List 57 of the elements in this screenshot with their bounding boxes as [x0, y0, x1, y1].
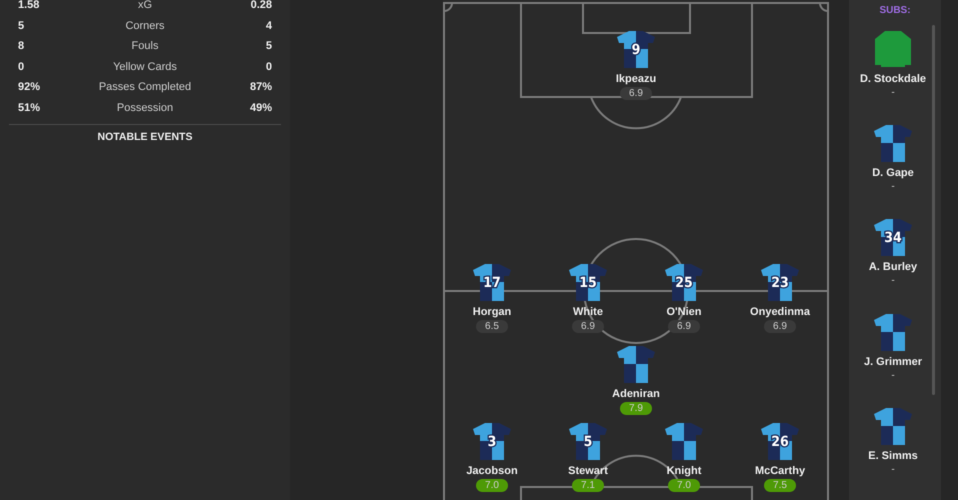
away-stat-value: 4	[264, 20, 272, 32]
player-rating: 7.0	[476, 479, 508, 492]
stat-label: Possession	[116, 102, 174, 114]
player-name: White	[573, 306, 603, 318]
shirt-icon	[664, 421, 704, 461]
player-rating: -	[891, 464, 895, 475]
shirt-icon	[873, 312, 913, 352]
player-name: Onyedinma	[750, 306, 810, 318]
player-name: D. Stockdale	[860, 73, 926, 85]
stat-label: Fouls	[130, 40, 160, 52]
player-rating: -	[891, 181, 895, 192]
player-name: A. Burley	[868, 261, 918, 274]
player-rating: 7.1	[572, 479, 604, 492]
player-name: E. Simms	[868, 450, 918, 462]
home-stat-value: 51%	[18, 102, 42, 114]
player-name: Ikpeazu	[616, 73, 656, 85]
home-stat-value: 0	[18, 60, 26, 73]
shirt-icon	[872, 123, 913, 164]
player-name: McCarthy	[754, 465, 806, 477]
stat-label: Corners	[124, 20, 166, 32]
player-rating: -	[891, 275, 895, 286]
away-stat-value: 49%	[248, 102, 272, 114]
player-rating: -	[891, 87, 895, 98]
shirt-icon	[873, 406, 913, 446]
player-rating: 6.9	[668, 320, 700, 333]
home-stat-value: 92%	[18, 81, 42, 94]
away-stat-value: 87%	[248, 81, 272, 94]
stat-label: Yellow Cards	[112, 60, 178, 73]
scrollbar[interactable]	[932, 25, 935, 395]
notable-events-heading: NOTABLE EVENTS	[96, 131, 194, 143]
subs-heading: SUBS:	[879, 5, 911, 16]
player-name: Jacobson	[466, 465, 518, 477]
player-rating: -	[891, 370, 895, 381]
goalkeeper-shirt-icon	[873, 29, 913, 69]
player-rating: 6.9	[764, 320, 796, 333]
stat-label: xG	[136, 0, 154, 12]
player-name: D. Gape	[872, 167, 914, 180]
player-name: Horgan	[472, 306, 512, 318]
shirt-icon	[616, 344, 656, 384]
player-name: Stewart	[568, 465, 608, 477]
player-name: Knight	[666, 465, 702, 477]
home-stat-value: 8	[18, 40, 26, 52]
player-name: O'Nien	[666, 306, 702, 318]
player-rating: 7.9	[620, 402, 652, 415]
stat-label: Passes Completed	[98, 81, 192, 94]
player-rating: 6.9	[572, 320, 604, 333]
player-name: Adeniran	[612, 388, 660, 400]
home-stat-value: 1.58	[18, 0, 40, 12]
player-rating: 6.9	[620, 87, 652, 100]
player-rating: 7.5	[764, 479, 796, 492]
player-rating: 7.0	[668, 479, 700, 492]
home-stat-value: 5	[18, 20, 26, 32]
away-stat-value: 0.28	[250, 0, 272, 12]
away-stat-value: 0	[264, 60, 272, 73]
player-rating: 6.5	[476, 320, 508, 333]
player-name: J. Grimmer	[864, 356, 922, 368]
away-stat-value: 5	[264, 40, 272, 52]
